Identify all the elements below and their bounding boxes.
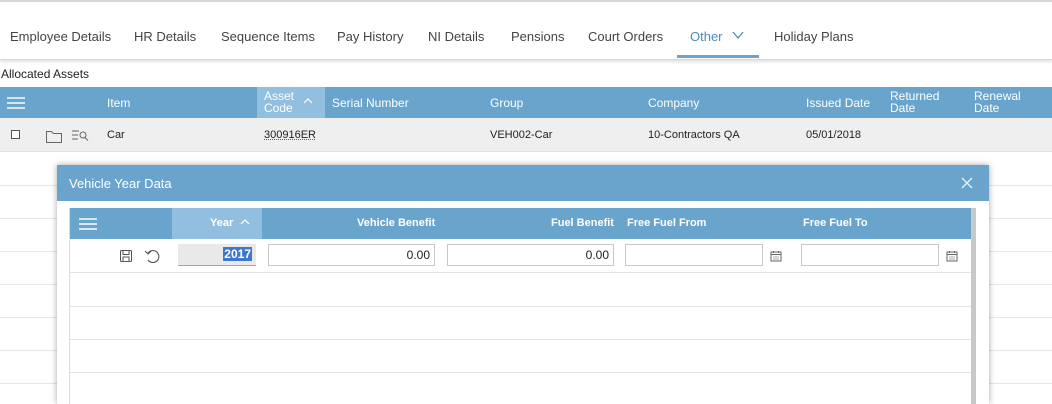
sort-ascending-icon[interactable] (240, 218, 250, 226)
tab-bar: Employee Details HR Details Sequence Ite… (0, 0, 1052, 60)
column-header-company[interactable]: Company (648, 96, 699, 110)
column-header-item[interactable]: Item (107, 96, 130, 110)
table-row[interactable]: 2017 0.00 0.00 (70, 239, 973, 273)
column-menu-icon[interactable] (79, 218, 97, 230)
cell-company: 10-Contractors QA (648, 129, 740, 141)
row-checkbox[interactable] (11, 130, 20, 139)
column-header-serial-number[interactable]: Serial Number (332, 96, 409, 110)
close-icon[interactable] (960, 176, 974, 190)
list-search-icon[interactable] (71, 128, 89, 144)
tab-hr-details[interactable]: HR Details (134, 29, 196, 44)
folder-icon[interactable] (45, 128, 63, 144)
row-divider (70, 306, 973, 307)
column-header-free-fuel-from[interactable]: Free Fuel From (627, 217, 706, 229)
column-header-returned-date[interactable]: Returned Date (890, 90, 939, 114)
fuel-benefit-input[interactable]: 0.00 (447, 244, 614, 266)
row-divider (70, 372, 973, 373)
tab-employee-details[interactable]: Employee Details (10, 29, 111, 44)
column-header-renewal-date[interactable]: Renewal Date (974, 90, 1021, 114)
tab-pay-history[interactable]: Pay History (337, 29, 403, 44)
vehicle-year-grid: Year Vehicle Benefit Fuel Benefit Free F… (69, 208, 973, 404)
vehicle-year-data-dialog: Vehicle Year Data Year Vehicle Benefit F… (57, 165, 989, 404)
cell-item: Car (107, 129, 125, 141)
scrollbar-thumb[interactable] (971, 208, 976, 404)
column-header-free-fuel-to[interactable]: Free Fuel To (803, 217, 868, 229)
top-divider (0, 0, 1052, 2)
tab-pensions[interactable]: Pensions (511, 29, 564, 44)
column-header-group[interactable]: Group (490, 96, 523, 110)
column-header-year[interactable]: Year (210, 217, 233, 229)
column-header-fuel-benefit[interactable]: Fuel Benefit (551, 217, 614, 229)
active-tab-indicator (677, 55, 759, 58)
column-header-asset-code[interactable]: Asset Code (264, 90, 294, 114)
dialog-title: Vehicle Year Data (69, 176, 172, 191)
column-menu-icon[interactable] (7, 97, 25, 109)
chevron-down-icon[interactable] (731, 29, 745, 41)
cell-group: VEH002-Car (490, 129, 553, 141)
year-input[interactable]: 2017 (178, 244, 256, 266)
cell-asset-code[interactable]: 300916ER (264, 129, 316, 141)
column-header-vehicle-benefit[interactable]: Vehicle Benefit (357, 217, 435, 229)
calendar-icon[interactable] (946, 250, 958, 262)
free-fuel-to-input[interactable] (801, 244, 939, 266)
section-title: Allocated Assets (1, 67, 90, 81)
column-header-issued-date[interactable]: Issued Date (806, 96, 870, 110)
save-icon[interactable] (119, 249, 133, 263)
tab-other[interactable]: Other (690, 29, 723, 44)
year-value: 2017 (223, 247, 252, 261)
vehicle-year-grid-header: Year Vehicle Benefit Fuel Benefit Free F… (70, 208, 973, 239)
tab-holiday-plans[interactable]: Holiday Plans (774, 29, 854, 44)
page: Employee Details HR Details Sequence Ite… (0, 0, 1052, 404)
tab-court-orders[interactable]: Court Orders (588, 29, 663, 44)
tab-ni-details[interactable]: NI Details (428, 29, 484, 44)
free-fuel-from-input[interactable] (625, 244, 763, 266)
sort-ascending-icon[interactable] (303, 97, 313, 105)
table-row[interactable]: Car 300916ER VEH002-Car 10-Contractors Q… (0, 118, 1052, 152)
vehicle-benefit-input[interactable]: 0.00 (268, 244, 435, 266)
dialog-header: Vehicle Year Data (57, 165, 989, 201)
undo-icon[interactable] (143, 248, 161, 264)
row-divider (70, 339, 973, 340)
calendar-icon[interactable] (770, 250, 782, 262)
tab-sequence-items[interactable]: Sequence Items (221, 29, 315, 44)
cell-issued-date: 05/01/2018 (806, 129, 862, 141)
assets-grid-header: Item Asset Code Serial Number Group Comp… (0, 87, 1052, 118)
